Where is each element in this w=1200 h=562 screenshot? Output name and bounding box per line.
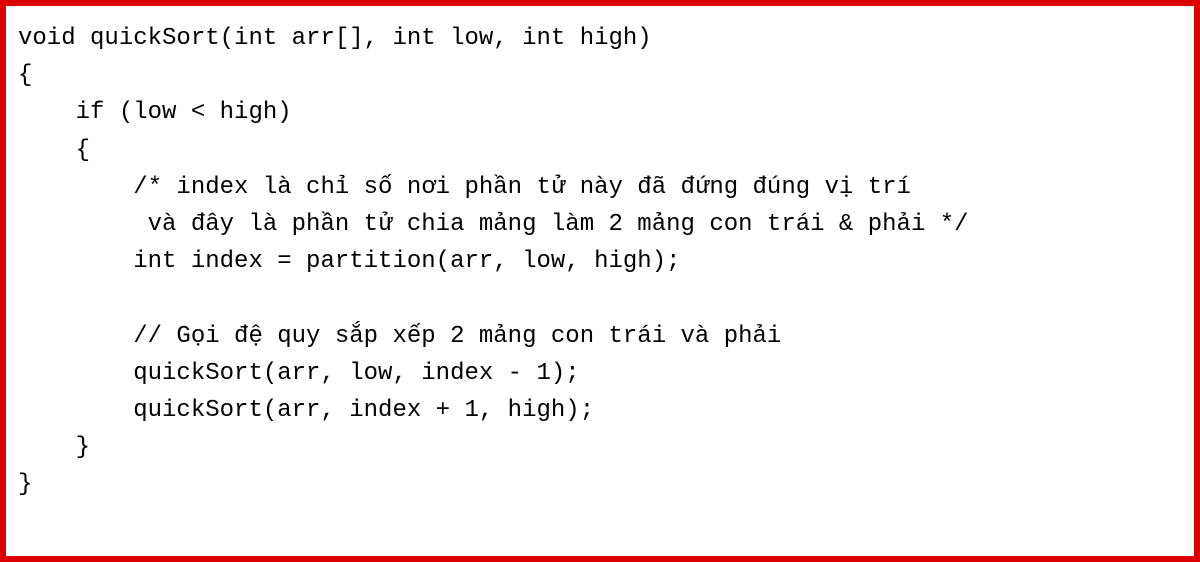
code-line-1: void quickSort(int arr[], int low, int h… — [18, 25, 652, 52]
code-line-3: if (low < high) — [18, 99, 292, 126]
code-line-2: { — [18, 62, 32, 89]
code-line-4: { — [18, 137, 90, 164]
code-line-13: } — [18, 471, 32, 498]
code-block: void quickSort(int arr[], int low, int h… — [18, 20, 1182, 503]
code-line-10: quickSort(arr, low, index - 1); — [18, 360, 580, 387]
code-line-5: /* index là chỉ số nơi phần tử này đã đứ… — [18, 174, 911, 201]
code-container: void quickSort(int arr[], int low, int h… — [0, 0, 1200, 562]
code-line-9: // Gọi đệ quy sắp xếp 2 mảng con trái và… — [18, 323, 781, 350]
code-line-6: và đây là phần tử chia mảng làm 2 mảng c… — [18, 211, 969, 238]
code-line-7: int index = partition(arr, low, high); — [18, 248, 681, 275]
code-line-11: quickSort(arr, index + 1, high); — [18, 397, 594, 424]
code-line-12: } — [18, 434, 90, 461]
